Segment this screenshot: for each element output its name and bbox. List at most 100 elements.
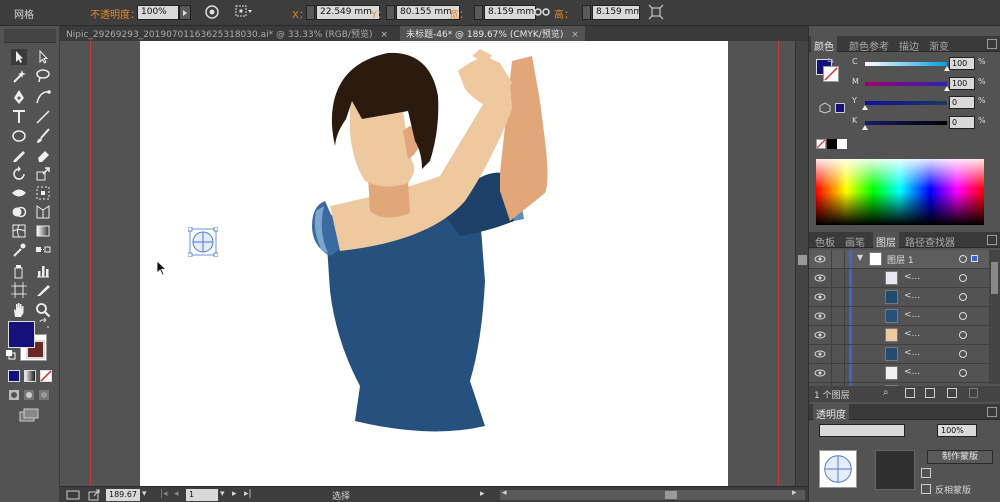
yellow-slider[interactable]: Y 0 % bbox=[845, 96, 997, 110]
tab-swatches[interactable]: 色板 bbox=[815, 234, 835, 249]
sublayer-name[interactable]: <... bbox=[904, 291, 920, 301]
trash-icon[interactable] bbox=[969, 388, 978, 398]
prev-artboard-icon[interactable]: ◂ bbox=[174, 489, 179, 499]
recolor-icon[interactable] bbox=[204, 4, 220, 20]
next-artboard-icon[interactable]: ▸ bbox=[232, 489, 237, 499]
lock-toggle[interactable] bbox=[831, 345, 845, 363]
document-tab-untitled[interactable]: 未标题-46* @ 189.67% (CMYK/预览) × bbox=[400, 26, 585, 41]
lock-toggle[interactable] bbox=[831, 326, 845, 344]
gradient-tool-icon[interactable] bbox=[34, 222, 52, 240]
close-icon[interactable]: × bbox=[571, 30, 579, 40]
sublayer-row[interactable]: <... bbox=[809, 269, 989, 288]
selected-crosshair-object[interactable] bbox=[188, 227, 218, 257]
type-tool-icon[interactable] bbox=[10, 108, 28, 126]
last-artboard-icon[interactable]: ▸| bbox=[244, 489, 252, 499]
sublayer-name[interactable]: <... bbox=[904, 348, 920, 358]
selection-tool-icon[interactable] bbox=[10, 48, 28, 66]
white-swatch[interactable] bbox=[837, 139, 847, 149]
scrollbar-thumb[interactable] bbox=[665, 491, 677, 499]
layer-target-icon[interactable] bbox=[959, 312, 967, 320]
lock-toggle[interactable] bbox=[831, 307, 845, 325]
fill-swatch[interactable] bbox=[8, 321, 35, 348]
mesh-tool-icon[interactable] bbox=[10, 222, 28, 240]
artboard-dropdown-icon[interactable]: ▾ bbox=[220, 489, 225, 499]
mask-thumbnail[interactable] bbox=[875, 450, 915, 490]
width-tool-icon[interactable] bbox=[10, 184, 28, 202]
tab-stroke[interactable]: 描边 bbox=[899, 38, 919, 53]
expand-triangle-icon[interactable]: ▼ bbox=[857, 253, 863, 262]
visibility-eye-icon[interactable] bbox=[814, 273, 826, 283]
tab-layers[interactable]: 图层 bbox=[873, 232, 899, 251]
scrollbar-thumb[interactable] bbox=[991, 262, 998, 294]
out-of-gamut-icon[interactable] bbox=[819, 102, 831, 114]
web-safe-swatch[interactable] bbox=[835, 103, 845, 113]
artboard[interactable] bbox=[140, 41, 728, 486]
new-layer-icon[interactable] bbox=[947, 388, 957, 398]
artboard-tool-icon[interactable] bbox=[10, 281, 28, 299]
transform-icon[interactable] bbox=[648, 4, 664, 20]
gradient-mode-icon[interactable] bbox=[24, 370, 36, 382]
visibility-eye-icon[interactable] bbox=[814, 330, 826, 340]
sublayer-row[interactable]: <... bbox=[809, 326, 989, 345]
opacity-label[interactable]: 不透明度： bbox=[90, 6, 140, 21]
pen-tool-icon[interactable] bbox=[10, 88, 28, 106]
swap-icon[interactable]: ⇆ bbox=[827, 56, 834, 65]
tab-transparency[interactable]: 透明度 bbox=[813, 404, 849, 423]
slider-knob[interactable] bbox=[862, 125, 868, 130]
panel-menu-icon[interactable] bbox=[987, 235, 997, 245]
hand-tool-icon[interactable] bbox=[10, 301, 28, 319]
y-stepper[interactable] bbox=[386, 5, 395, 20]
opacity-arrow-button[interactable] bbox=[179, 5, 191, 20]
direct-selection-tool-icon[interactable] bbox=[34, 48, 52, 66]
visibility-eye-icon[interactable] bbox=[814, 311, 826, 321]
tab-color-guide[interactable]: 颜色参考 bbox=[849, 38, 889, 53]
color-spectrum[interactable] bbox=[816, 159, 984, 225]
sublayer-name[interactable]: <... bbox=[904, 310, 920, 320]
slider-value-input[interactable]: 100 bbox=[949, 77, 975, 90]
rotate-tool-icon[interactable] bbox=[10, 165, 28, 183]
reference-point-icon[interactable] bbox=[234, 4, 254, 20]
slider-value-input[interactable]: 0 bbox=[949, 116, 975, 129]
screen-mode-icon[interactable] bbox=[18, 408, 40, 422]
constrain-link-icon[interactable] bbox=[534, 4, 550, 20]
canvas-area[interactable] bbox=[60, 41, 795, 486]
slider-track[interactable] bbox=[865, 121, 947, 125]
color-stroke-swatch[interactable] bbox=[823, 66, 839, 82]
sublayer-name[interactable]: <... bbox=[904, 367, 920, 377]
height-input[interactable]: 8.159 mm bbox=[592, 5, 640, 20]
scroll-right-icon[interactable]: ▸ bbox=[792, 488, 797, 498]
transparency-opacity-input[interactable]: 100% bbox=[937, 424, 977, 437]
new-sublayer-icon[interactable] bbox=[925, 388, 935, 398]
opacity-input[interactable]: 100% bbox=[137, 5, 179, 20]
blend-tool-icon[interactable] bbox=[34, 241, 52, 259]
lock-toggle[interactable] bbox=[831, 269, 845, 287]
layer-target-icon[interactable] bbox=[959, 350, 967, 358]
paintbrush-tool-icon[interactable] bbox=[34, 127, 52, 145]
toolbox-grip[interactable] bbox=[4, 29, 56, 43]
pencil-tool-icon[interactable] bbox=[10, 146, 28, 164]
magic-wand-tool-icon[interactable] bbox=[10, 67, 28, 85]
column-graph-tool-icon[interactable] bbox=[34, 262, 52, 280]
zoom-tool-icon[interactable] bbox=[34, 301, 52, 319]
perspective-grid-tool-icon[interactable] bbox=[34, 203, 52, 221]
invert-mask-checkbox[interactable] bbox=[921, 484, 931, 494]
slider-track[interactable] bbox=[865, 82, 947, 86]
magenta-slider[interactable]: M 100 % bbox=[845, 77, 997, 91]
lock-toggle[interactable] bbox=[831, 288, 845, 306]
layer-target-icon[interactable] bbox=[959, 255, 967, 263]
visibility-eye-icon[interactable] bbox=[814, 254, 826, 264]
panel-menu-icon[interactable] bbox=[987, 407, 997, 417]
tab-pathfinder[interactable]: 路径查找器 bbox=[905, 234, 955, 249]
color-mode-icon[interactable] bbox=[8, 370, 20, 382]
shape-builder-tool-icon[interactable] bbox=[10, 203, 28, 221]
layer-target-icon[interactable] bbox=[959, 331, 967, 339]
height-stepper[interactable] bbox=[582, 5, 591, 20]
visibility-eye-icon[interactable] bbox=[814, 368, 826, 378]
black-swatch[interactable] bbox=[827, 139, 837, 149]
slider-track[interactable] bbox=[865, 62, 947, 66]
selection-indicator[interactable] bbox=[971, 255, 978, 262]
locate-object-icon[interactable]: ⌕ bbox=[883, 387, 889, 398]
scale-tool-icon[interactable] bbox=[34, 165, 52, 183]
sublayer-row[interactable]: <... bbox=[809, 307, 989, 326]
zoom-input[interactable]: 189.67 bbox=[106, 489, 140, 501]
